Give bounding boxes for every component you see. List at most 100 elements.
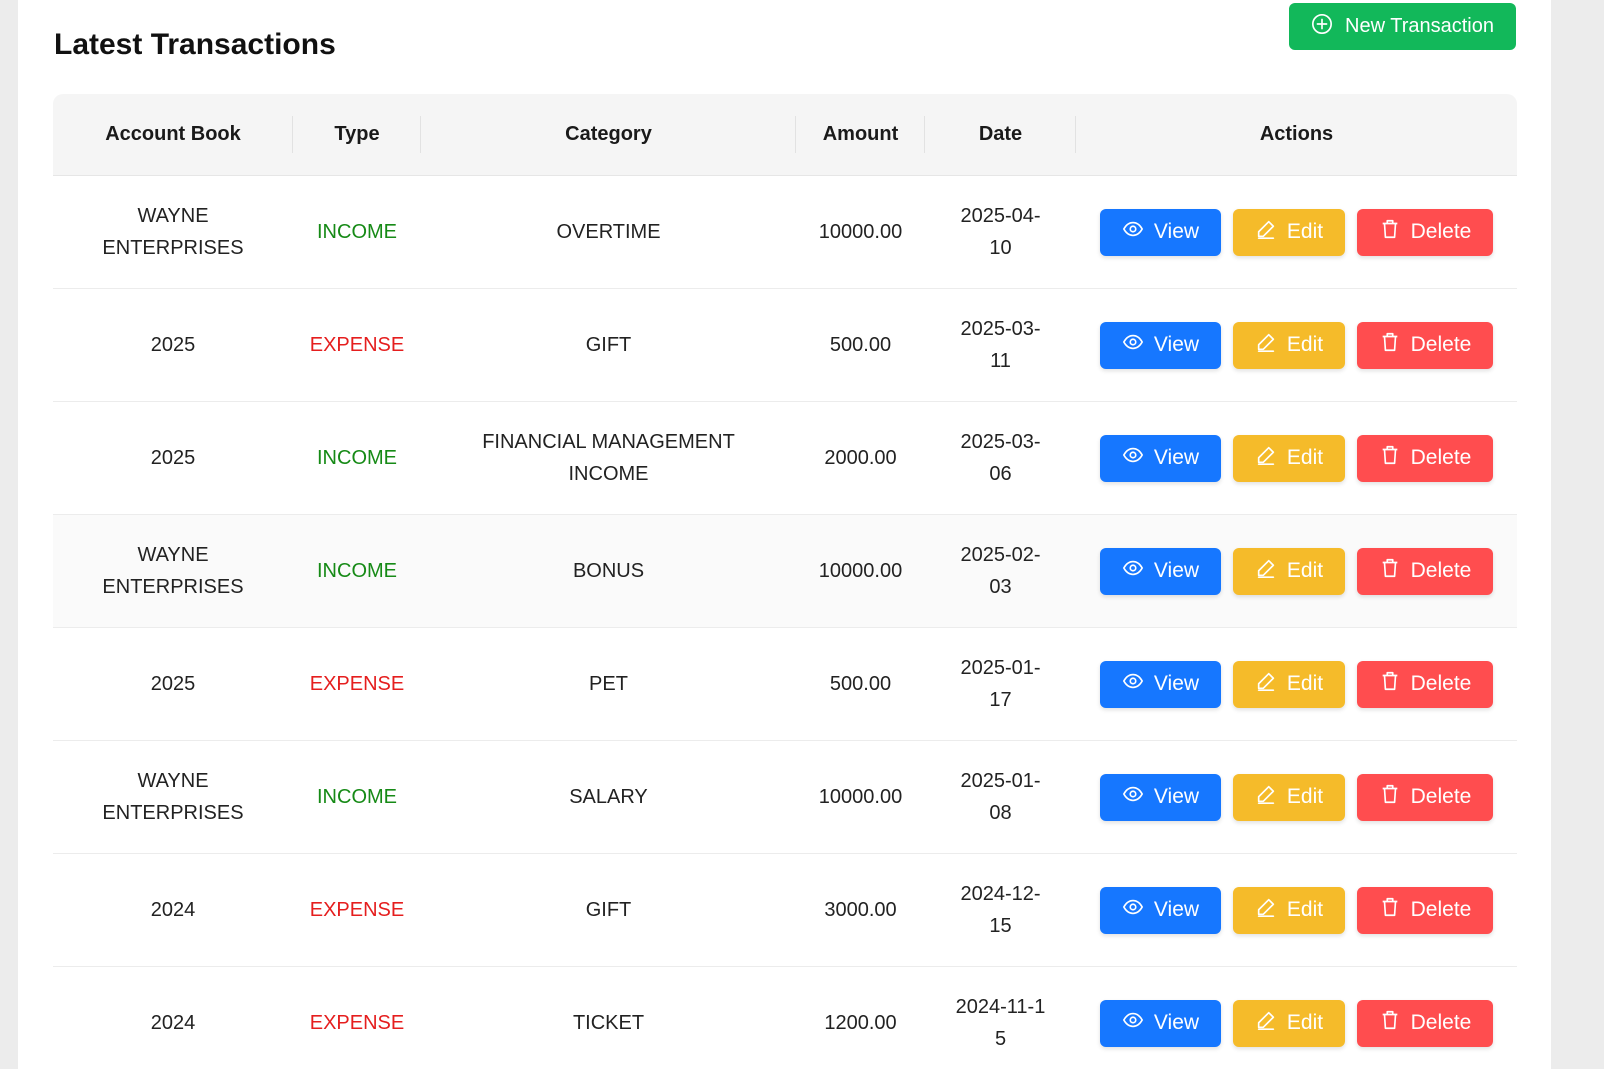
edit-button[interactable]: Edit [1233, 660, 1345, 708]
amount-cell: 3000.00 [824, 899, 897, 921]
delete-label: Delete [1410, 672, 1472, 695]
table-row: WAYNE ENTERPRISES INCOME OVERTIME 10000.… [53, 176, 1517, 289]
category-cell: TICKET [572, 1012, 645, 1034]
delete-label: Delete [1410, 1011, 1472, 1034]
category-cell: OVERTIME [556, 221, 661, 243]
view-button[interactable]: View [1100, 660, 1221, 708]
trash-icon [1379, 670, 1401, 698]
view-button[interactable]: View [1100, 208, 1221, 256]
delete-label: Delete [1410, 220, 1472, 243]
category-cell: SALARY [569, 786, 648, 808]
type-cell: EXPENSE [309, 334, 405, 356]
page-title: Latest Transactions [54, 28, 336, 61]
delete-button[interactable]: Delete [1357, 773, 1493, 821]
view-button[interactable]: View [1100, 434, 1221, 482]
pencil-icon [1255, 557, 1277, 585]
column-header-date[interactable]: Date [925, 94, 1076, 175]
trash-icon [1379, 557, 1401, 585]
date-cell: 2025-01-17 [960, 657, 1041, 711]
date-cell: 2025-02-03 [960, 544, 1041, 598]
transactions-table: Account Book Type Category Amount Date A… [53, 94, 1517, 1069]
actions-cell: View Edit Delete [1076, 547, 1517, 595]
column-header-category[interactable]: Category [421, 94, 796, 175]
date-cell: 2025-01-08 [960, 770, 1041, 824]
delete-button[interactable]: Delete [1357, 208, 1493, 256]
type-cell: EXPENSE [309, 899, 405, 921]
eye-icon [1122, 218, 1144, 246]
delete-button[interactable]: Delete [1357, 547, 1493, 595]
actions-cell: View Edit Delete [1076, 886, 1517, 934]
pencil-icon [1255, 218, 1277, 246]
trash-icon [1379, 783, 1401, 811]
eye-icon [1122, 557, 1144, 585]
pencil-icon [1255, 670, 1277, 698]
view-button[interactable]: View [1100, 886, 1221, 934]
eye-icon [1122, 444, 1144, 472]
type-cell: INCOME [317, 786, 397, 808]
amount-cell: 500.00 [829, 334, 892, 356]
trash-icon [1379, 1009, 1401, 1037]
delete-label: Delete [1410, 446, 1472, 469]
table-body: WAYNE ENTERPRISES INCOME OVERTIME 10000.… [53, 176, 1517, 1069]
view-button[interactable]: View [1100, 321, 1221, 369]
edit-button[interactable]: Edit [1233, 547, 1345, 595]
account-book-cell: 2025 [150, 334, 196, 356]
account-book-cell: 2025 [150, 673, 196, 695]
edit-button[interactable]: Edit [1233, 434, 1345, 482]
trash-icon [1379, 896, 1401, 924]
delete-label: Delete [1410, 785, 1472, 808]
account-book-cell: 2024 [150, 899, 196, 921]
edit-label: Edit [1286, 785, 1324, 808]
edit-button[interactable]: Edit [1233, 886, 1345, 934]
actions-cell: View Edit Delete [1076, 321, 1517, 369]
column-header-type[interactable]: Type [293, 94, 421, 175]
view-label: View [1153, 333, 1200, 356]
delete-button[interactable]: Delete [1357, 321, 1493, 369]
table-header: Account Book Type Category Amount Date A… [53, 94, 1517, 176]
pencil-icon [1255, 1009, 1277, 1037]
delete-button[interactable]: Delete [1357, 434, 1493, 482]
view-button[interactable]: View [1100, 773, 1221, 821]
delete-button[interactable]: Delete [1357, 999, 1493, 1047]
table-row: WAYNE ENTERPRISES INCOME SALARY 10000.00… [53, 741, 1517, 854]
amount-cell: 10000.00 [818, 560, 903, 582]
delete-label: Delete [1410, 559, 1472, 582]
edit-button[interactable]: Edit [1233, 321, 1345, 369]
column-header-actions: Actions [1259, 123, 1334, 145]
category-cell: GIFT [585, 899, 632, 921]
category-cell: FINANCIAL MANAGEMENT INCOME [482, 431, 735, 485]
category-cell: BONUS [572, 560, 645, 582]
eye-icon [1122, 1009, 1144, 1037]
column-header-account-book[interactable]: Account Book [53, 94, 293, 175]
new-transaction-label: New Transaction [1345, 15, 1494, 37]
delete-button[interactable]: Delete [1357, 660, 1493, 708]
new-transaction-button[interactable]: New Transaction [1289, 3, 1516, 50]
trash-icon [1379, 331, 1401, 359]
account-book-cell: 2024 [150, 1012, 196, 1034]
eye-icon [1122, 670, 1144, 698]
view-label: View [1153, 220, 1200, 243]
table-row: WAYNE ENTERPRISES INCOME BONUS 10000.00 … [53, 515, 1517, 628]
account-book-cell: WAYNE ENTERPRISES [102, 544, 244, 598]
view-button[interactable]: View [1100, 999, 1221, 1047]
account-book-cell: 2025 [150, 447, 196, 469]
edit-button[interactable]: Edit [1233, 999, 1345, 1047]
view-label: View [1153, 898, 1200, 921]
date-cell: 2024-12-15 [960, 883, 1041, 937]
date-cell: 2024-11-15 [955, 996, 1046, 1050]
type-cell: EXPENSE [309, 673, 405, 695]
view-label: View [1153, 1011, 1200, 1034]
view-button[interactable]: View [1100, 547, 1221, 595]
edit-button[interactable]: Edit [1233, 773, 1345, 821]
edit-button[interactable]: Edit [1233, 208, 1345, 256]
actions-cell: View Edit Delete [1076, 660, 1517, 708]
category-cell: PET [589, 673, 628, 695]
edit-label: Edit [1286, 446, 1324, 469]
delete-label: Delete [1410, 333, 1472, 356]
pencil-icon [1255, 896, 1277, 924]
account-book-cell: WAYNE ENTERPRISES [102, 205, 244, 259]
column-header-amount[interactable]: Amount [796, 94, 925, 175]
amount-cell: 500.00 [829, 673, 892, 695]
edit-label: Edit [1286, 898, 1324, 921]
delete-button[interactable]: Delete [1357, 886, 1493, 934]
